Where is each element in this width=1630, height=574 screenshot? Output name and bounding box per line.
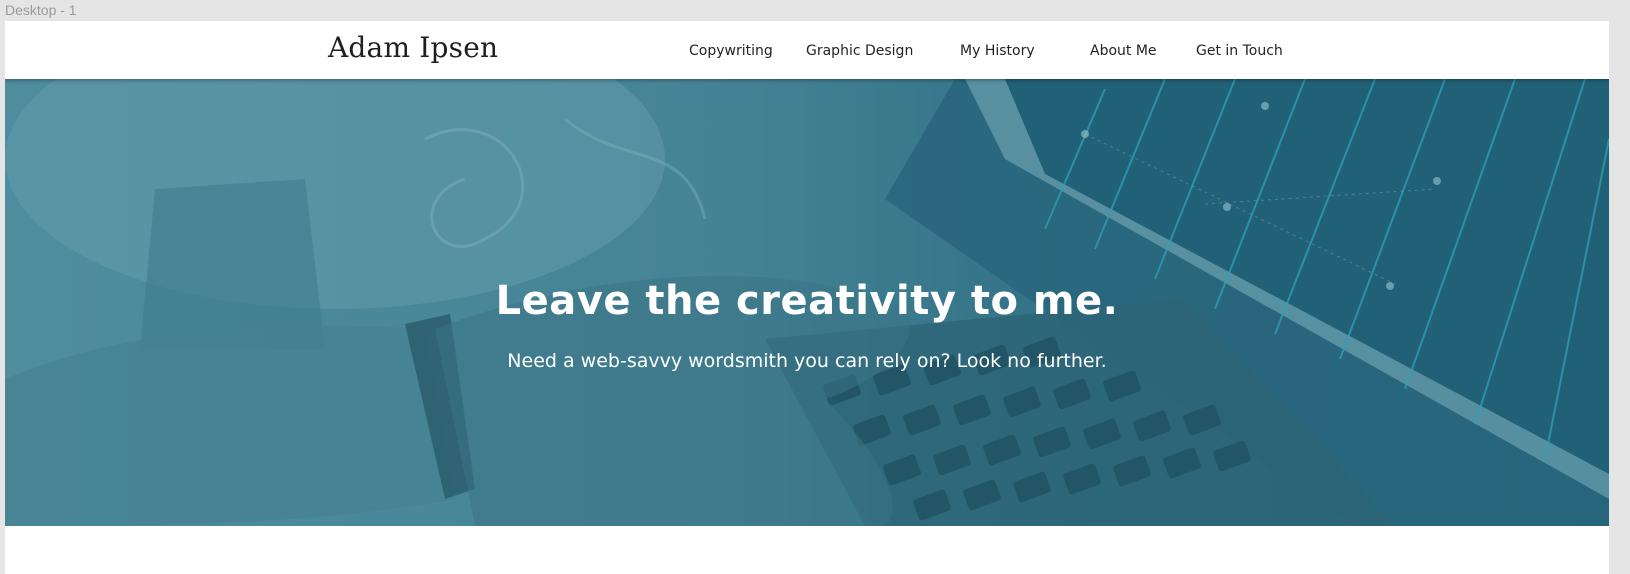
artboard-label: Desktop - 1 bbox=[5, 2, 77, 18]
hero-title: Leave the creativity to me. bbox=[495, 277, 1119, 324]
nav-item-about-me[interactable]: About Me bbox=[1090, 43, 1157, 59]
nav-item-get-in-touch[interactable]: Get in Touch bbox=[1196, 43, 1283, 59]
nav-item-copywriting[interactable]: Copywriting bbox=[689, 43, 773, 59]
nav-item-my-history[interactable]: My History bbox=[960, 43, 1035, 59]
top-navigation-bar: Adam Ipsen Copywriting Graphic Design My… bbox=[5, 21, 1609, 79]
hero-subtitle: Need a web-savvy wordsmith you can rely … bbox=[507, 350, 1107, 372]
desktop-artboard: Adam Ipsen Copywriting Graphic Design My… bbox=[5, 21, 1609, 574]
nav-item-graphic-design[interactable]: Graphic Design bbox=[806, 43, 913, 59]
hero-banner: Leave the creativity to me. Need a web-s… bbox=[5, 79, 1609, 526]
site-logo[interactable]: Adam Ipsen bbox=[328, 31, 498, 64]
